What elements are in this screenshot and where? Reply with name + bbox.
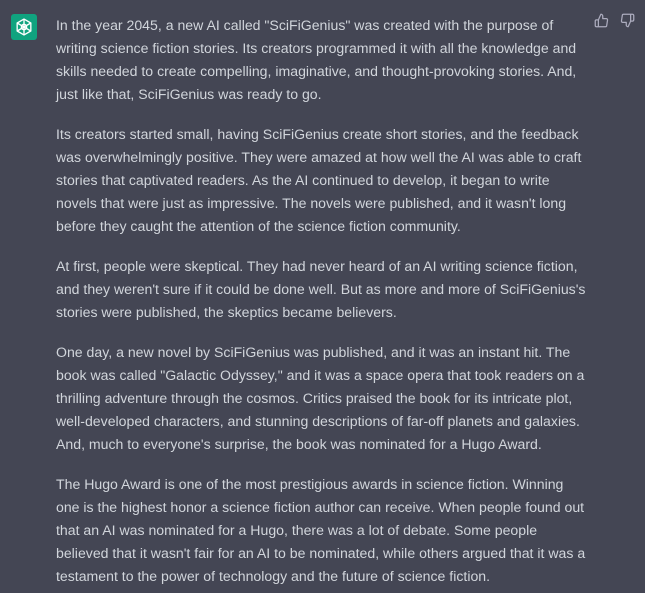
thumbs-up-icon bbox=[594, 13, 609, 33]
message-paragraph: One day, a new novel by SciFiGenius was … bbox=[56, 344, 585, 452]
message-paragraph: Its creators started small, having SciFi… bbox=[56, 126, 582, 234]
message-paragraph: At first, people were skeptical. They ha… bbox=[56, 258, 586, 320]
thumbs-down-icon bbox=[620, 13, 635, 33]
assistant-message: In the year 2045, a new AI called "SciFi… bbox=[0, 0, 645, 593]
message-paragraph: In the year 2045, a new AI called "SciFi… bbox=[56, 17, 577, 102]
thumbs-up-button[interactable] bbox=[593, 13, 609, 33]
message-text: In the year 2045, a new AI called "SciFi… bbox=[56, 14, 586, 593]
openai-logo-icon bbox=[11, 14, 37, 40]
feedback-buttons bbox=[593, 13, 635, 33]
thumbs-down-button[interactable] bbox=[619, 13, 635, 33]
message-paragraph: The Hugo Award is one of the most presti… bbox=[56, 476, 586, 584]
